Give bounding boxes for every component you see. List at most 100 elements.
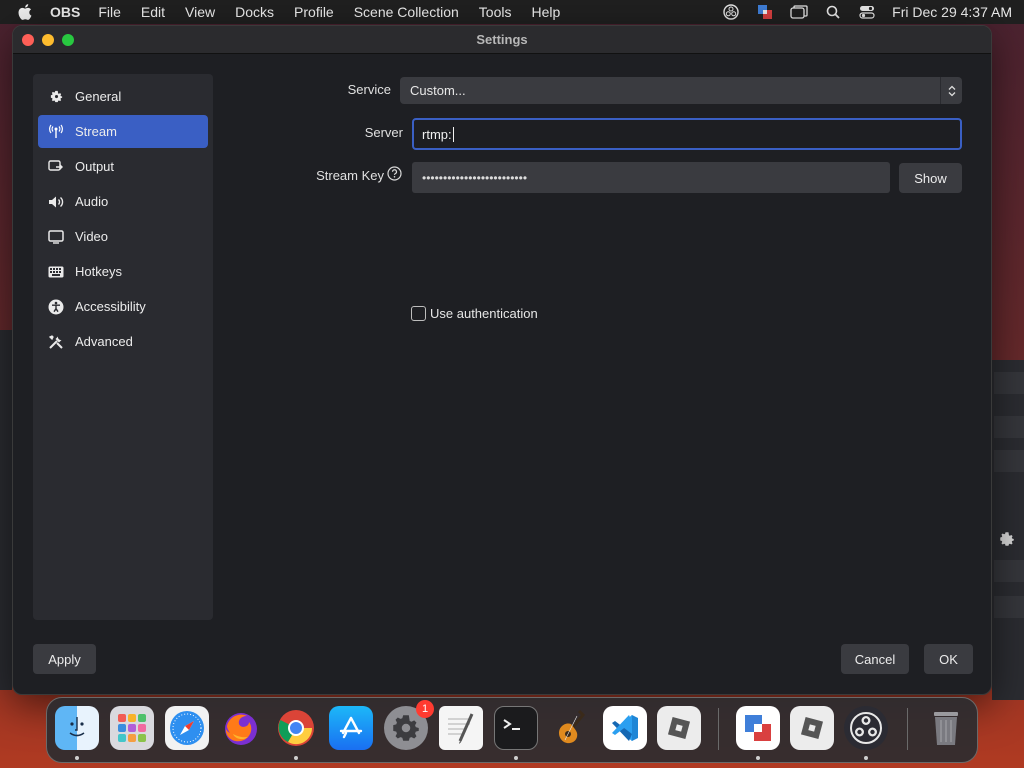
- app-store-icon[interactable]: [329, 706, 373, 750]
- title-bar[interactable]: Settings: [13, 26, 991, 54]
- menu-edit[interactable]: Edit: [141, 4, 165, 20]
- background-gear-icon: [994, 528, 1024, 550]
- menu-scene-collection[interactable]: Scene Collection: [354, 4, 459, 20]
- sidebar-item-video[interactable]: Video: [38, 220, 208, 253]
- menu-view[interactable]: View: [185, 4, 215, 20]
- settings-window: Settings General Stream Output Audio Vid…: [12, 25, 992, 695]
- service-label: Service: [347, 82, 391, 97]
- service-select[interactable]: Custom...: [400, 77, 962, 104]
- background-row: [994, 596, 1024, 618]
- dock-separator: [718, 708, 719, 750]
- running-indicator: [756, 756, 760, 760]
- garageband-icon[interactable]: [549, 706, 593, 750]
- vscode-icon[interactable]: [603, 706, 647, 750]
- background-window-right: [992, 360, 1024, 700]
- server-input[interactable]: rtmp:: [412, 118, 962, 150]
- search-icon[interactable]: [824, 4, 842, 20]
- sidebar-item-label: Stream: [75, 124, 117, 139]
- show-key-button[interactable]: Show: [899, 163, 962, 193]
- stream-key-label: Stream Key: [316, 168, 384, 183]
- launchpad-icon[interactable]: [110, 706, 154, 750]
- running-indicator: [75, 756, 79, 760]
- sidebar-item-label: Accessibility: [75, 299, 146, 314]
- menu-profile[interactable]: Profile: [294, 4, 334, 20]
- window-tray-icon[interactable]: [790, 4, 808, 20]
- monitor-icon: [48, 229, 64, 245]
- cancel-button[interactable]: Cancel: [841, 644, 909, 674]
- running-indicator: [864, 756, 868, 760]
- stream-key-input[interactable]: •••••••••••••••••••••••••: [412, 162, 890, 193]
- sidebar-item-label: Advanced: [75, 334, 133, 349]
- sidebar-item-output[interactable]: Output: [38, 150, 208, 183]
- system-settings-icon[interactable]: 1: [384, 700, 434, 750]
- dock-separator: [907, 708, 908, 750]
- sidebar-item-label: Output: [75, 159, 115, 174]
- sidebar-item-accessibility[interactable]: Accessibility: [38, 290, 208, 323]
- text-caret: [452, 126, 454, 142]
- finder-icon[interactable]: [55, 706, 99, 750]
- roblox-icon[interactable]: [657, 706, 701, 750]
- close-window-button[interactable]: [22, 34, 34, 46]
- apply-button[interactable]: Apply: [33, 644, 96, 674]
- menu-docks[interactable]: Docks: [235, 4, 274, 20]
- background-row: [994, 416, 1024, 438]
- use-authentication-label: Use authentication: [430, 306, 538, 321]
- background-row: [994, 560, 1024, 582]
- sidebar-item-label: Hotkeys: [75, 264, 122, 279]
- obs-tray-icon[interactable]: [722, 4, 740, 20]
- menu-tools[interactable]: Tools: [479, 4, 512, 20]
- ok-button[interactable]: OK: [924, 644, 973, 674]
- menu-help[interactable]: Help: [531, 4, 560, 20]
- notification-badge: 1: [416, 700, 434, 718]
- use-authentication-checkbox[interactable]: [411, 306, 426, 321]
- background-window-left: [0, 330, 12, 690]
- background-row: [994, 450, 1024, 472]
- sidebar-item-advanced[interactable]: Advanced: [38, 325, 208, 358]
- sidebar-item-audio[interactable]: Audio: [38, 185, 208, 218]
- stream-key-value: •••••••••••••••••••••••••: [422, 170, 528, 185]
- server-label: Server: [364, 125, 403, 140]
- server-input-value: rtmp:: [422, 126, 452, 142]
- running-indicator: [514, 756, 518, 760]
- use-authentication-row[interactable]: Use authentication: [411, 306, 538, 321]
- sidebar-item-hotkeys[interactable]: Hotkeys: [38, 255, 208, 288]
- safari-icon[interactable]: [165, 706, 209, 750]
- apple-menu-icon[interactable]: [18, 4, 34, 20]
- service-select-value: Custom...: [410, 83, 466, 98]
- obs-icon[interactable]: [844, 706, 888, 750]
- tools-icon: [48, 334, 64, 350]
- background-dropdown: [994, 372, 1024, 394]
- sidebar-item-label: General: [75, 89, 122, 104]
- sidebar-item-label: Video: [75, 229, 109, 244]
- chevron-updown-icon: [940, 77, 962, 104]
- firefox-icon[interactable]: [219, 706, 263, 750]
- menu-app-name[interactable]: OBS: [50, 4, 80, 20]
- vm-tray-icon[interactable]: [756, 4, 774, 20]
- trash-icon[interactable]: [924, 706, 968, 750]
- antenna-icon: [48, 124, 64, 140]
- textedit-icon[interactable]: [439, 706, 483, 750]
- speaker-icon: [48, 194, 64, 210]
- sidebar-item-general[interactable]: General: [38, 80, 208, 113]
- terminal-icon[interactable]: [494, 706, 538, 750]
- window-title: Settings: [476, 32, 528, 47]
- sidebar-item-stream[interactable]: Stream: [38, 115, 208, 148]
- running-indicator: [294, 756, 298, 760]
- menu-file[interactable]: File: [98, 4, 121, 20]
- vmware-icon[interactable]: [736, 706, 780, 750]
- menu-bar: OBS File Edit View Docks Profile Scene C…: [0, 0, 1024, 24]
- maximize-window-button[interactable]: [62, 34, 74, 46]
- roblox-studio-icon[interactable]: [790, 706, 834, 750]
- chrome-icon[interactable]: [274, 706, 318, 750]
- settings-sidebar: General Stream Output Audio Video Hotkey…: [33, 74, 213, 620]
- dock: 1: [46, 697, 978, 763]
- accessibility-icon: [48, 299, 64, 315]
- sidebar-item-label: Audio: [75, 194, 109, 209]
- menu-clock[interactable]: Fri Dec 29 4:37 AM: [892, 4, 1012, 20]
- keyboard-icon: [48, 264, 64, 280]
- control-center-icon[interactable]: [858, 4, 876, 20]
- gear-icon: [48, 89, 64, 105]
- minimize-window-button[interactable]: [42, 34, 54, 46]
- output-icon: [48, 159, 64, 175]
- help-icon[interactable]: [387, 166, 402, 181]
